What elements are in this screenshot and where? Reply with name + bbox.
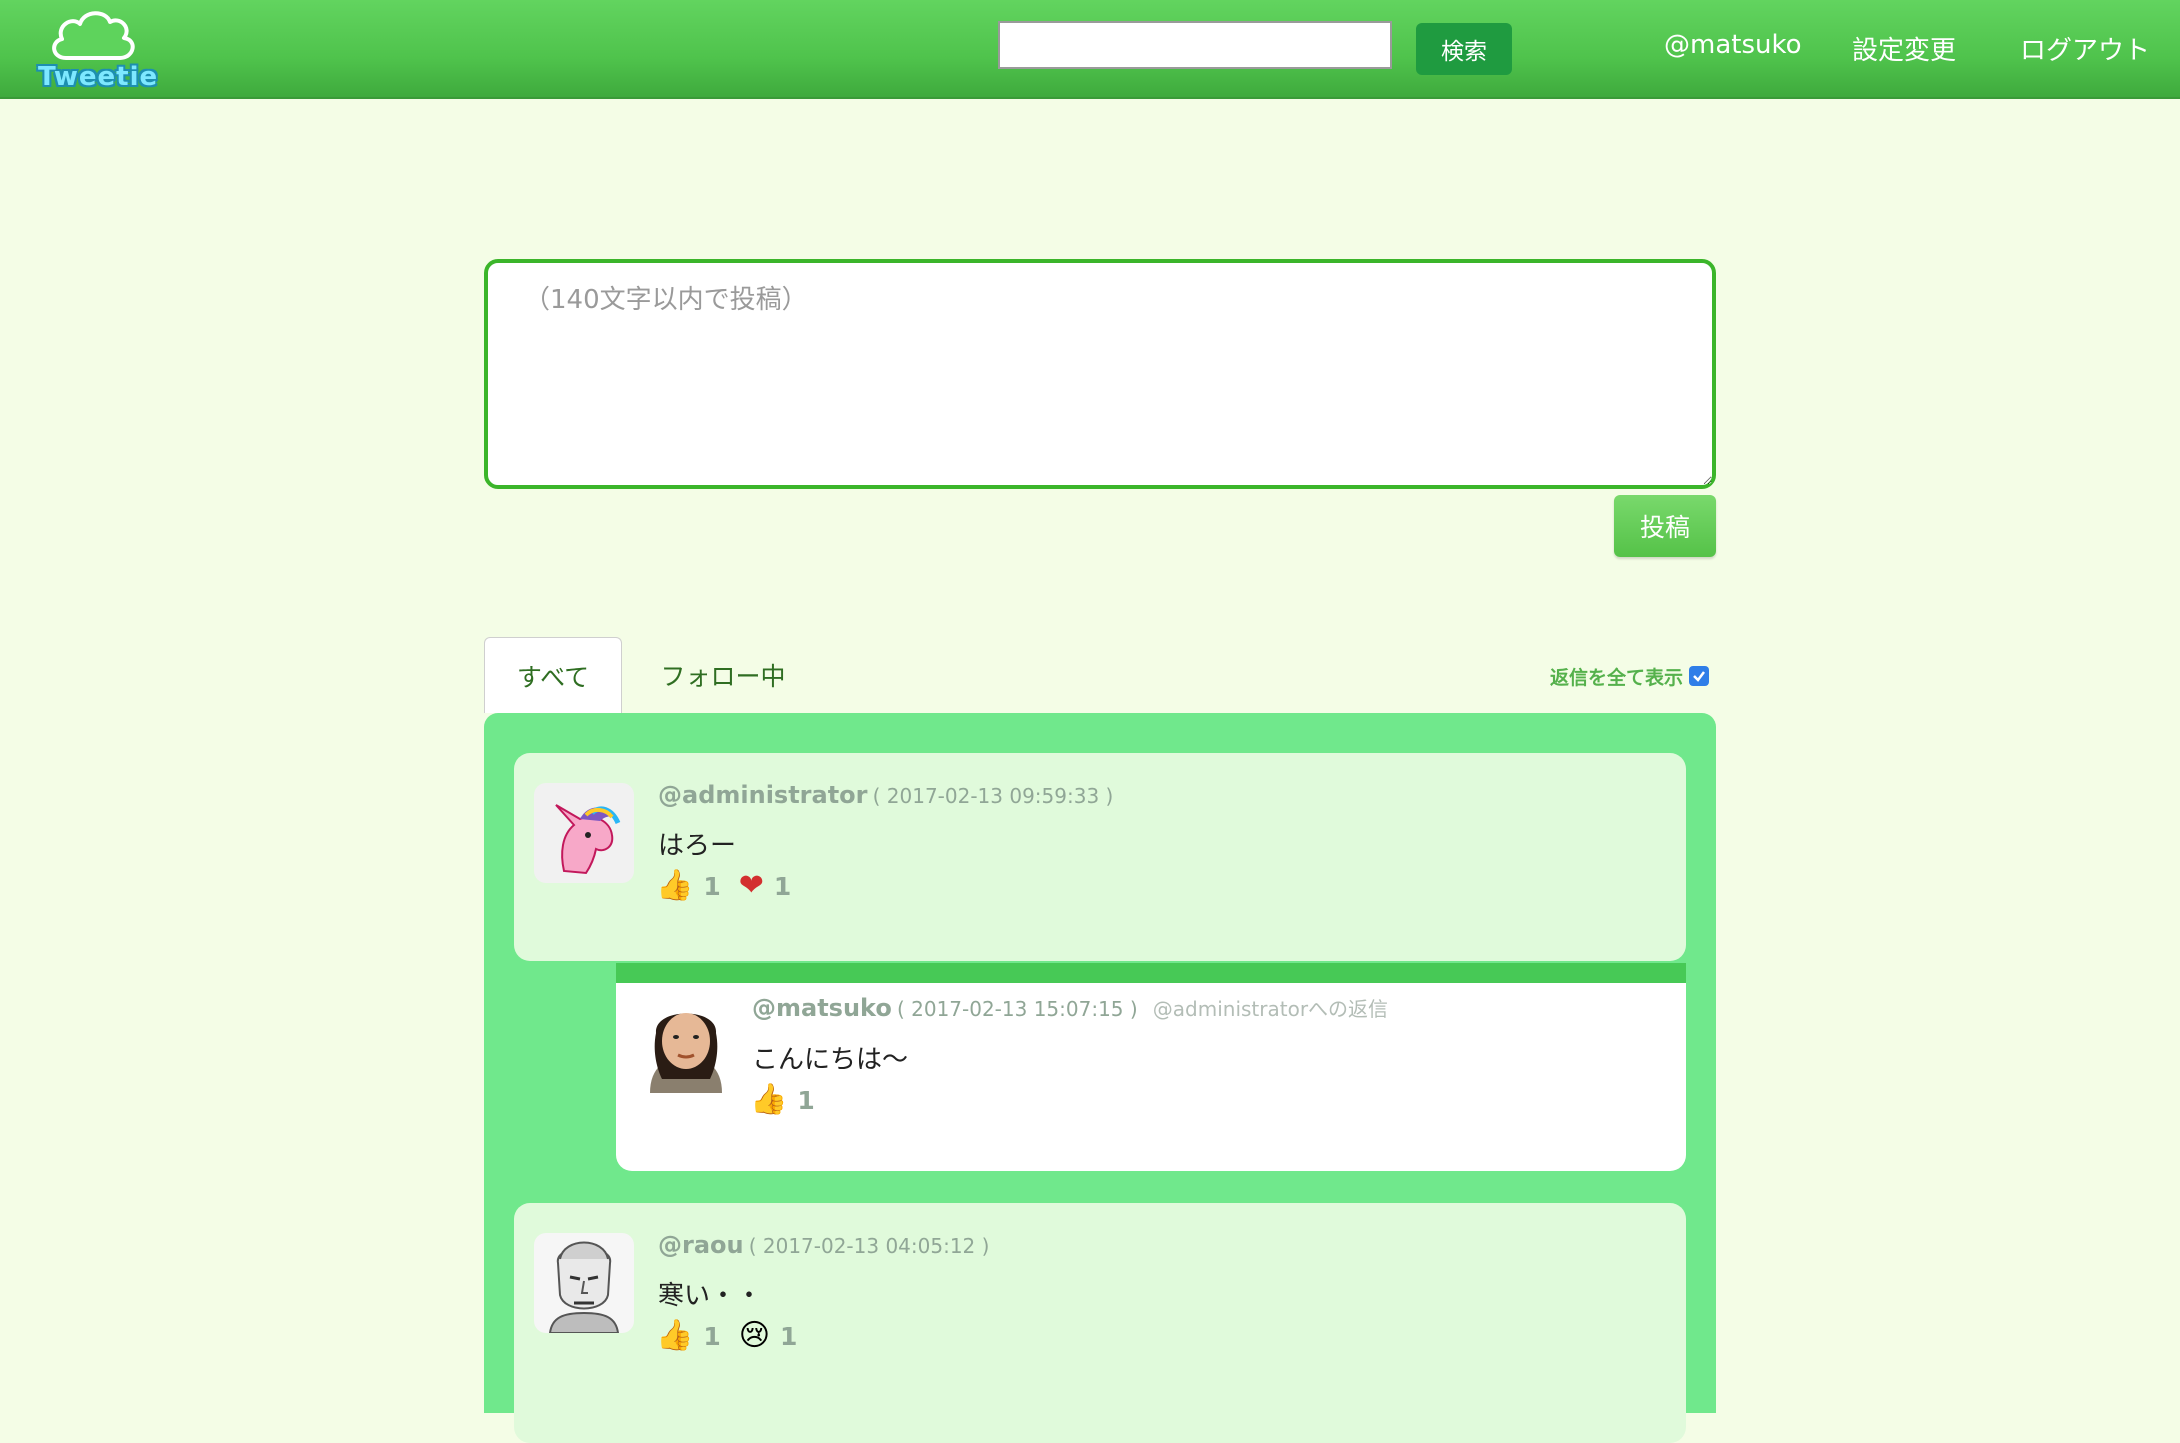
- app-logo[interactable]: Tweetie: [34, 6, 157, 94]
- heart-icon: ❤: [738, 868, 764, 903]
- show-all-replies-toggle[interactable]: 返信を全て表示: [1550, 661, 1710, 691]
- post-button[interactable]: 投稿: [1614, 495, 1716, 557]
- tweet-compose-textarea[interactable]: [484, 259, 1716, 489]
- crying-reaction[interactable]: 😢 1: [739, 1321, 798, 1351]
- reply-meta: @matsuko ( 2017-02-13 15:07:15 ) @admini…: [752, 993, 1388, 1022]
- tweet-timestamp: ( 2017-02-13 09:59:33 ): [872, 784, 1114, 808]
- tweet-card: @raou ( 2017-02-13 04:05:12 ) 寒い・・ 👍 1 😢…: [514, 1203, 1686, 1443]
- heart-reaction[interactable]: ❤ 1: [739, 871, 792, 901]
- timeline: @administrator ( 2017-02-13 09:59:33 ) は…: [484, 713, 1716, 1443]
- tweet-timestamp: ( 2017-02-13 04:05:12 ): [748, 1234, 990, 1258]
- tweet-text: はろー: [658, 831, 737, 861]
- tweet-reactions: 👍 1 ❤ 1: [656, 871, 791, 901]
- tweet-reactions: 👍 1 😢 1: [656, 1321, 797, 1351]
- tweet-meta: @administrator ( 2017-02-13 09:59:33 ): [658, 781, 1113, 809]
- tweet-username[interactable]: @administrator: [658, 781, 868, 809]
- checkmark-icon: [1693, 671, 1706, 682]
- like-reaction[interactable]: 👍 1: [656, 871, 721, 901]
- unicorn-icon: [555, 804, 621, 875]
- tweet-meta: @raou ( 2017-02-13 04:05:12 ): [658, 1231, 989, 1259]
- search-input[interactable]: [998, 21, 1392, 69]
- reply-card: @matsuko ( 2017-02-13 15:07:15 ) @admini…: [616, 963, 1686, 1171]
- matsuko-avatar[interactable]: [636, 993, 736, 1093]
- show-all-replies-checkbox[interactable]: [1689, 666, 1710, 686]
- reply-reactions: 👍 1: [750, 1085, 815, 1115]
- thumbs-up-icon: 👍: [656, 868, 694, 903]
- crying-face-icon: 😢: [738, 1318, 771, 1353]
- like-reaction[interactable]: 👍 1: [750, 1085, 815, 1115]
- raou-avatar[interactable]: [534, 1233, 634, 1333]
- tab-following[interactable]: フォロー中: [640, 637, 806, 713]
- reaction-count: 1: [797, 1085, 815, 1115]
- reply-text: こんにちは〜: [752, 1045, 909, 1075]
- cloud-logo-icon: [52, 11, 135, 60]
- thumbs-up-icon: 👍: [750, 1082, 788, 1117]
- reaction-count: 1: [703, 871, 721, 901]
- tweet-username[interactable]: @raou: [658, 1231, 744, 1259]
- nav-logout-link[interactable]: ログアウト: [2020, 30, 2150, 67]
- reaction-count: 1: [780, 1321, 798, 1351]
- reply-timestamp: ( 2017-02-13 15:07:15 ): [896, 997, 1138, 1021]
- thumbs-up-icon: 👍: [656, 1318, 694, 1353]
- reaction-count: 1: [703, 1321, 721, 1351]
- tweet-card: @administrator ( 2017-02-13 09:59:33 ) は…: [514, 753, 1686, 961]
- show-all-replies-label: 返信を全て表示: [1550, 666, 1684, 689]
- person-icon: [650, 1013, 722, 1093]
- reply-to-label[interactable]: @administratorへの返信: [1153, 997, 1388, 1021]
- tab-all[interactable]: すべて: [484, 637, 622, 713]
- top-navigation-bar: Tweetie 検索 @matsuko 設定変更 ログアウト: [0, 0, 2180, 99]
- nav-settings-link[interactable]: 設定変更: [1852, 30, 1956, 67]
- nav-profile-link[interactable]: @matsuko: [1664, 30, 1802, 60]
- reaction-count: 1: [773, 871, 792, 901]
- tweet-text: 寒い・・: [658, 1281, 763, 1311]
- warrior-face-icon: [548, 1241, 620, 1333]
- reply-username[interactable]: @matsuko: [752, 994, 892, 1022]
- like-reaction[interactable]: 👍 1: [656, 1321, 721, 1351]
- logo-text: Tweetie: [38, 62, 159, 92]
- unicorn-avatar[interactable]: [534, 783, 634, 883]
- search-button[interactable]: 検索: [1416, 23, 1512, 75]
